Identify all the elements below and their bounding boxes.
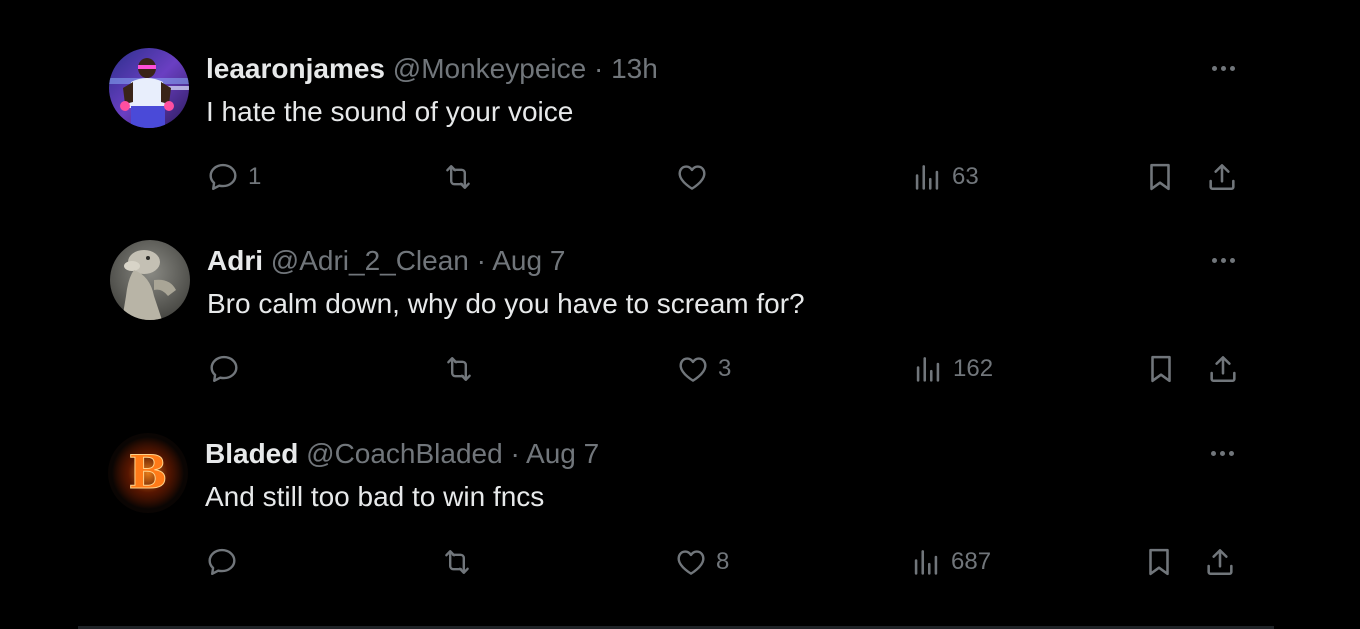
views-count: 162 — [953, 355, 994, 382]
separator-dot: · — [510, 438, 520, 469]
reply-header: leaaronjames @Monkeypeice · 13h — [206, 51, 658, 87]
reply-count: 1 — [248, 163, 262, 190]
reply-header: Bladed @CoachBladed · Aug 7 — [205, 436, 599, 472]
like-button[interactable] — [675, 159, 709, 195]
reply-bubble-icon — [206, 160, 240, 194]
repost-arrows-icon — [441, 160, 475, 194]
more-dots-icon — [1211, 65, 1217, 71]
share-button[interactable] — [1205, 159, 1239, 195]
more-dots-icon — [1210, 450, 1216, 456]
like-button[interactable]: 3 — [676, 351, 731, 387]
reply-text: I hate the sound of your voice — [206, 96, 574, 127]
reply-button[interactable] — [207, 351, 241, 387]
timestamp[interactable]: Aug 7 — [492, 245, 565, 276]
heart-icon — [674, 545, 708, 579]
views-count: 687 — [951, 548, 992, 575]
bookmark-button[interactable] — [1143, 159, 1177, 195]
bookmark-icon — [1143, 160, 1177, 194]
repost-button[interactable] — [440, 544, 474, 580]
repost-arrows-icon — [442, 352, 476, 386]
reply-feed: leaaronjames @Monkeypeice · 13h I hate t… — [0, 0, 1360, 629]
display-name[interactable]: Adri — [207, 245, 263, 276]
reply-bubble-icon — [207, 352, 241, 386]
reply-item[interactable]: B Bladed @CoachBladed · Aug 7 And still … — [0, 385, 1360, 577]
more-options-button[interactable] — [1202, 443, 1242, 463]
svg-text:B: B — [129, 445, 168, 499]
repost-button[interactable] — [442, 351, 476, 387]
separator-dot: · — [593, 53, 604, 84]
more-options-button[interactable] — [1203, 250, 1243, 270]
bookmark-button[interactable] — [1144, 351, 1178, 387]
avatar[interactable]: B — [108, 433, 188, 513]
more-options-button[interactable] — [1203, 58, 1243, 78]
user-handle[interactable]: @Adri_2_Clean — [271, 245, 469, 276]
timestamp[interactable]: 13h — [611, 53, 658, 84]
reply-header: Adri @Adri_2_Clean · Aug 7 — [207, 243, 565, 279]
reply-bubble-icon — [205, 545, 239, 579]
repost-button[interactable] — [441, 159, 475, 195]
like-button[interactable]: 8 — [674, 544, 729, 580]
views-button[interactable]: 162 — [911, 351, 993, 387]
separator-dot: · — [476, 245, 486, 276]
views-button[interactable]: 687 — [909, 544, 991, 580]
views-button[interactable]: 63 — [910, 159, 979, 195]
user-handle[interactable]: @CoachBladed — [306, 438, 503, 469]
like-count: 8 — [716, 548, 730, 575]
share-upload-icon — [1206, 352, 1240, 386]
bar-chart-icon — [910, 160, 944, 194]
heart-icon — [675, 160, 709, 194]
reply-item[interactable]: leaaronjames @Monkeypeice · 13h I hate t… — [0, 0, 1360, 192]
share-button[interactable] — [1206, 351, 1240, 387]
avatar[interactable] — [110, 240, 190, 320]
reply-text: Bro calm down, why do you have to scream… — [207, 288, 805, 319]
share-upload-icon — [1205, 160, 1239, 194]
avatar[interactable] — [109, 48, 189, 128]
reply-text: And still too bad to win fncs — [205, 481, 545, 512]
timestamp[interactable]: Aug 7 — [526, 438, 599, 469]
display-name[interactable]: Bladed — [205, 438, 298, 469]
display-name[interactable]: leaaronjames — [206, 53, 385, 84]
heart-icon — [676, 352, 710, 386]
bar-chart-icon — [911, 352, 945, 386]
like-count: 3 — [718, 355, 732, 382]
reply-button[interactable]: 1 — [206, 159, 261, 195]
repost-arrows-icon — [440, 545, 474, 579]
share-button[interactable] — [1203, 544, 1237, 580]
bookmark-button[interactable] — [1142, 544, 1176, 580]
bar-chart-icon — [909, 545, 943, 579]
reply-button[interactable] — [205, 544, 239, 580]
bookmark-icon — [1144, 352, 1178, 386]
share-upload-icon — [1203, 545, 1237, 579]
user-handle[interactable]: @Monkeypeice — [393, 53, 586, 84]
bookmark-icon — [1142, 545, 1176, 579]
views-count: 63 — [952, 163, 979, 190]
more-dots-icon — [1211, 257, 1217, 263]
reply-item[interactable]: Adri @Adri_2_Clean · Aug 7 Bro calm down… — [0, 192, 1360, 384]
